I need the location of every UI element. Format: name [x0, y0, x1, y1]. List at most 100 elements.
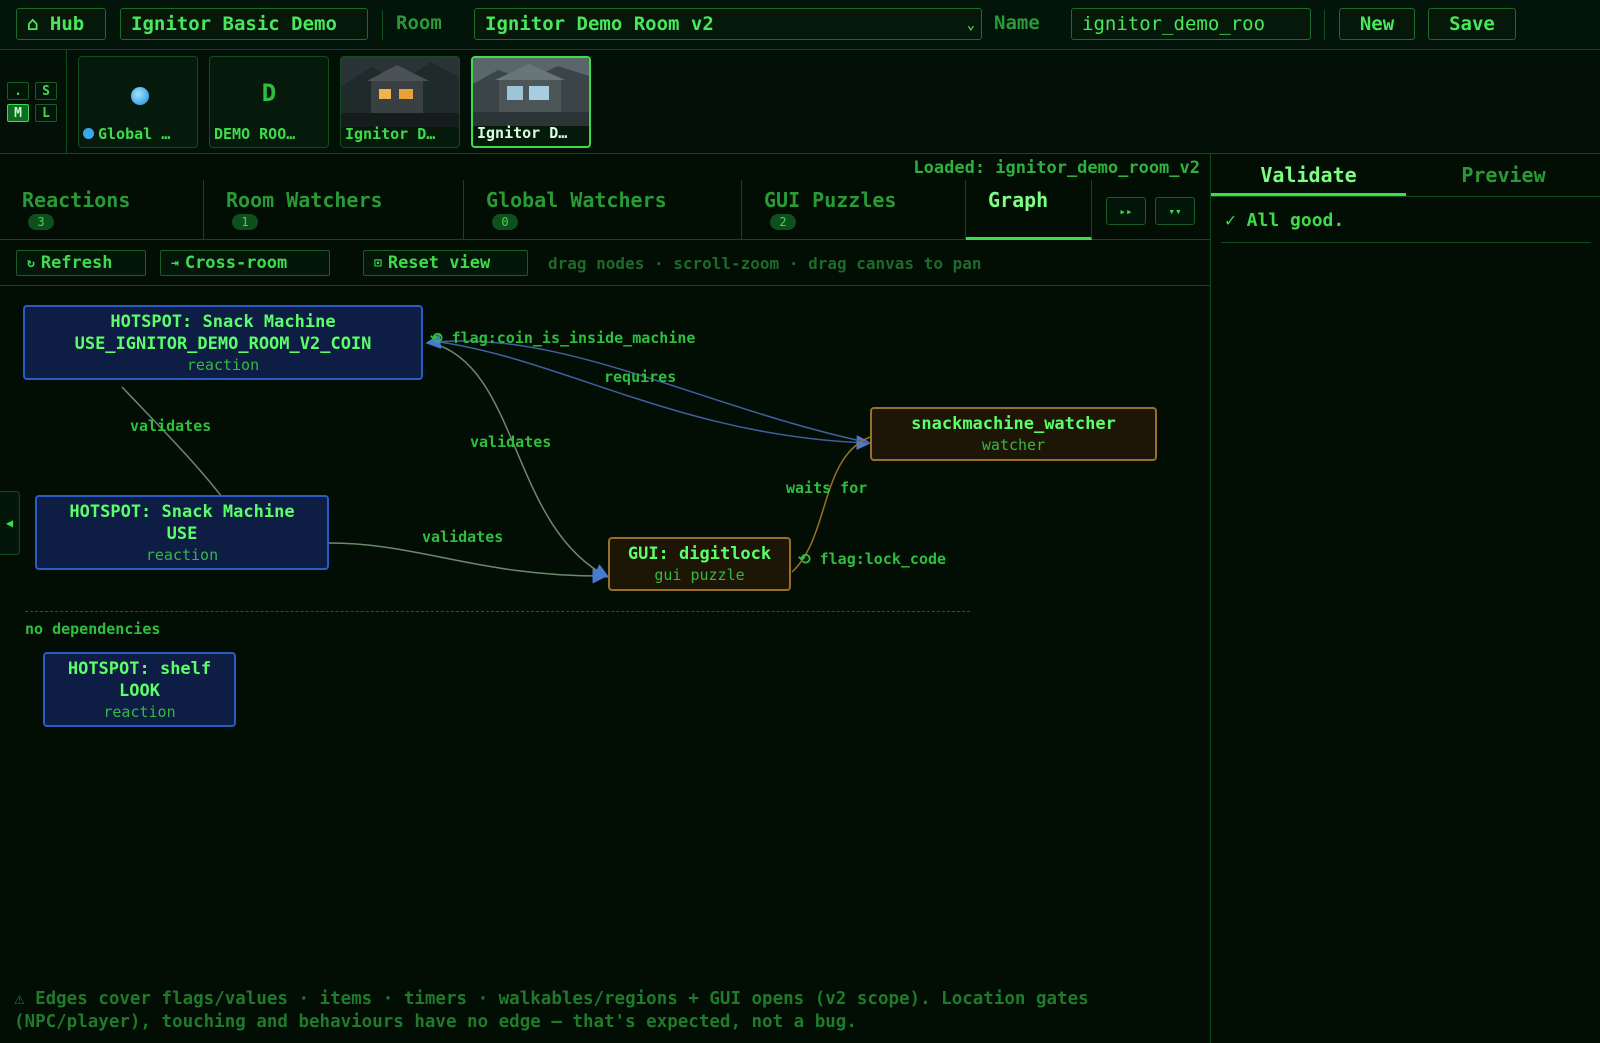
room-preview-image — [473, 58, 589, 126]
dependency-graph-canvas[interactable]: ⟲ flag:coin_is_inside_machine requires v… — [0, 287, 1210, 982]
edge-label-validates: validates — [470, 433, 552, 451]
thumbnail-ignitor-1[interactable]: Ignitor D… — [340, 56, 460, 148]
node-kind: reaction — [145, 545, 219, 564]
room-preview-image — [341, 57, 459, 127]
node-title: HOTSPOT: Snack Machine — [69, 501, 295, 522]
size-m-button[interactable]: M — [7, 104, 29, 122]
edge-label-flag-lock: ⟲ flag:lock_code — [798, 550, 947, 568]
divider — [1221, 242, 1591, 243]
separator — [382, 10, 383, 40]
room-name-input[interactable]: ignitor_demo_roo — [1071, 8, 1311, 40]
room-label: Room — [396, 12, 442, 34]
thumbnail-label: Ignitor D… — [477, 124, 568, 142]
graph-node-gui-puzzle[interactable]: GUI: digitlock gui puzzle — [608, 537, 791, 591]
node-title: GUI: digitlock — [627, 544, 772, 564]
graph-node-shelf-reaction[interactable]: HOTSPOT: shelf LOOK reaction — [43, 652, 236, 727]
tab-graph[interactable]: Graph — [966, 180, 1092, 240]
tab-global-watchers[interactable]: Global Watchers 0 — [464, 180, 742, 240]
expand-all-button[interactable]: ▸▸ — [1106, 197, 1146, 225]
tab-preview[interactable]: Preview — [1406, 154, 1600, 196]
edge-validates-use-gui — [328, 542, 608, 584]
thumbnail-global[interactable]: Global … — [78, 56, 198, 148]
thumbnail-label: Ignitor D… — [345, 125, 436, 143]
graph-hint: drag nodes · scroll-zoom · drag canvas t… — [548, 254, 982, 273]
collapse-all-button[interactable]: ▾▾ — [1155, 197, 1195, 225]
project-name-button[interactable]: Ignitor Basic Demo — [120, 8, 368, 40]
validation-result: ✓ All good. — [1225, 210, 1345, 231]
count-badge: 1 — [232, 214, 258, 230]
name-label: Name — [994, 12, 1040, 34]
edge-label-requires: requires — [604, 368, 677, 386]
no-dependencies-label: no dependencies — [25, 620, 161, 638]
room-select[interactable]: Ignitor Demo Room v2 ⌄ — [474, 8, 982, 40]
node-title: snackmachine_watcher — [911, 414, 1116, 434]
reset-view-icon: ⊡ — [374, 255, 382, 271]
node-verb: USE_IGNITOR_DEMO_ROOM_V2_COIN — [74, 333, 372, 354]
cross-room-button[interactable]: ⇥ Cross-room — [160, 250, 330, 276]
chevron-down-icon: ⌄ — [966, 17, 975, 33]
node-title: HOTSPOT: Snack Machine — [110, 311, 336, 332]
size-l-button[interactable]: L — [35, 104, 57, 122]
tab-label: Reactions — [22, 188, 131, 212]
cross-room-label: Cross-room — [184, 253, 288, 273]
tab-label: GUI Puzzles — [764, 188, 897, 212]
graph-toolbar: ↻ Refresh ⇥ Cross-room ⊡ Reset view drag no… — [0, 241, 1210, 286]
node-title: HOTSPOT: shelf — [67, 658, 212, 679]
tab-reactions[interactable]: Reactions 3 — [0, 180, 204, 240]
refresh-button[interactable]: ↻ Refresh — [16, 250, 146, 276]
tab-gui-puzzles[interactable]: GUI Puzzles 2 — [742, 180, 966, 240]
edge-label-waits-for: waits for — [786, 479, 868, 497]
chevron-left-icon: ◀ — [5, 516, 14, 530]
separator — [1324, 10, 1325, 40]
thumbnail-label: Global … — [98, 125, 171, 143]
refresh-icon: ↻ — [27, 255, 35, 271]
node-kind: reaction — [103, 702, 176, 721]
thumbnail-letter: D — [261, 79, 277, 107]
save-button[interactable]: Save — [1428, 8, 1516, 40]
top-bar: ⌂ Hub Ignitor Basic Demo Room Ignitor De… — [0, 0, 1600, 50]
room-thumbnail-bar: . S M L Global … D DEMO ROO… Ignitor D… — [0, 50, 1600, 154]
collapse-sidebar-button[interactable]: ◀ — [0, 491, 20, 555]
node-kind: reaction — [186, 355, 260, 374]
graph-node-coin-reaction[interactable]: HOTSPOT: Snack Machine USE_IGNITOR_DEMO_… — [23, 305, 423, 380]
node-verb: USE — [166, 523, 198, 544]
node-verb: LOOK — [119, 680, 160, 701]
thumbnail-demo-room[interactable]: D DEMO ROO… — [209, 56, 329, 148]
hub-button[interactable]: ⌂ Hub — [16, 8, 106, 40]
loaded-status: Loaded: ignitor_demo_room_v2 — [913, 158, 1200, 178]
graph-node-use-reaction[interactable]: HOTSPOT: Snack Machine USE reaction — [35, 495, 329, 570]
reset-view-label: Reset view — [387, 253, 491, 273]
separator — [66, 50, 67, 154]
count-badge: 2 — [770, 214, 796, 230]
room-select-value: Ignitor Demo Room v2 — [485, 13, 714, 35]
edge-validates-use-coin — [121, 386, 229, 506]
node-kind: gui puzzle — [654, 566, 745, 584]
tab-label: Room Watchers — [226, 188, 383, 212]
globe-icon — [131, 87, 149, 105]
new-button[interactable]: New — [1339, 8, 1415, 40]
graph-node-watcher[interactable]: snackmachine_watcher watcher — [870, 407, 1157, 461]
edge-label-flag-coin: ⟲ flag:coin_is_inside_machine — [430, 329, 696, 347]
tab-label: Graph — [988, 188, 1049, 212]
refresh-label: Refresh — [40, 253, 113, 273]
size-tiny-button[interactable]: . — [7, 82, 29, 100]
globe-icon — [83, 128, 94, 139]
edge-label-validates: validates — [130, 417, 212, 435]
section-divider — [25, 611, 970, 612]
cross-room-icon: ⇥ — [171, 255, 179, 271]
editor-tabs: Reactions 3 Room Watchers 1 Global Watch… — [0, 180, 1210, 240]
edge-label-validates: validates — [422, 528, 504, 546]
right-panel: Validate Preview ✓ All good. — [1210, 154, 1600, 1043]
size-s-button[interactable]: S — [35, 82, 57, 100]
graph-footnote: ⚠ Edges cover flags/values · items · tim… — [14, 989, 1089, 1032]
thumbnail-ignitor-2[interactable]: Ignitor D… — [471, 56, 591, 148]
count-badge: 3 — [28, 214, 54, 230]
reset-view-button[interactable]: ⊡ Reset view — [363, 250, 528, 276]
tab-validate[interactable]: Validate — [1211, 154, 1406, 196]
edge-flag-coin-loop — [425, 333, 871, 444]
tab-label: Global Watchers — [486, 188, 667, 212]
count-badge: 0 — [492, 214, 518, 230]
tab-room-watchers[interactable]: Room Watchers 1 — [204, 180, 464, 240]
node-kind: watcher — [981, 436, 1046, 454]
edge-requires-coin-watcher — [431, 340, 872, 451]
